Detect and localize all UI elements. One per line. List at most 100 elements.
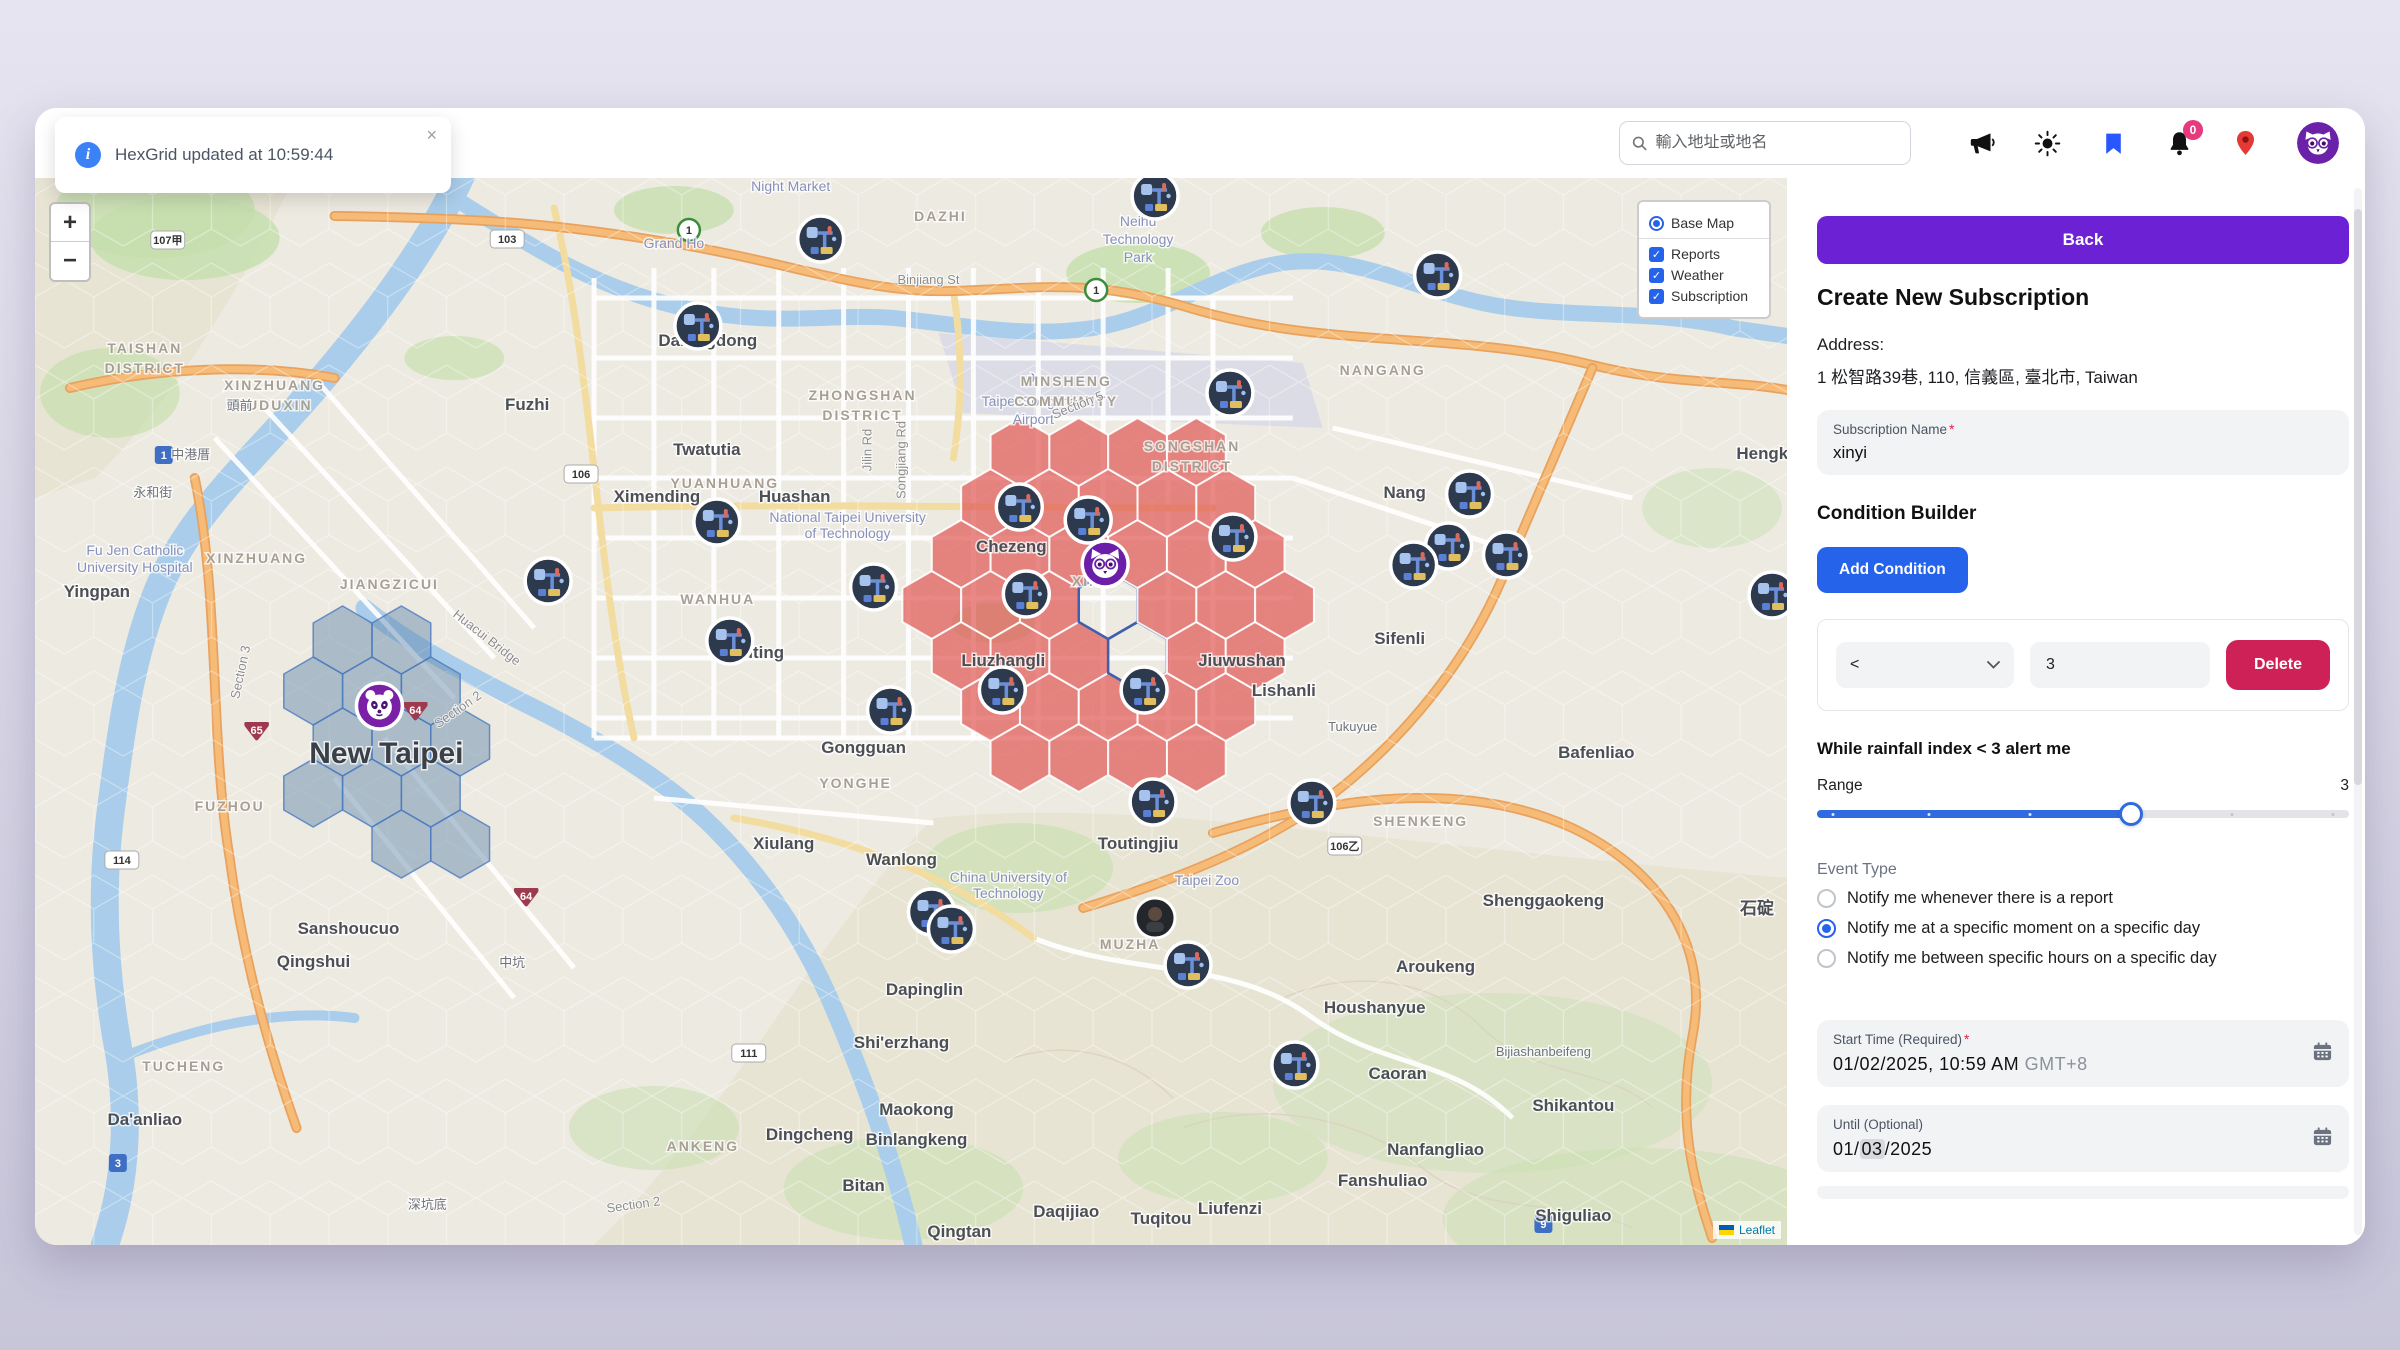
svg-text:103: 103 bbox=[498, 234, 516, 246]
bookmarks-button[interactable] bbox=[2099, 129, 2127, 157]
until-value: 01/03/2025 bbox=[1833, 1139, 2333, 1160]
threshold-input[interactable] bbox=[2030, 642, 2210, 688]
svg-text:106: 106 bbox=[572, 469, 590, 481]
road-shield: 1 bbox=[1085, 279, 1107, 301]
report-marker[interactable] bbox=[1391, 542, 1437, 588]
subscription-name-input[interactable] bbox=[1833, 443, 2283, 463]
avatar[interactable] bbox=[2297, 122, 2339, 164]
map-label: Maokong bbox=[879, 1100, 953, 1119]
map-label: Tuqitou bbox=[1131, 1209, 1192, 1228]
add-condition-button[interactable]: Add Condition bbox=[1817, 547, 1968, 593]
report-marker[interactable] bbox=[525, 558, 571, 604]
report-marker[interactable] bbox=[868, 687, 914, 733]
map-label: DISTRICT bbox=[822, 407, 902, 423]
report-marker[interactable] bbox=[1749, 572, 1787, 618]
calendar-icon[interactable] bbox=[2312, 1041, 2333, 1067]
weather-button[interactable] bbox=[2033, 129, 2061, 157]
start-time-value: 01/02/2025, 10:59 AM GMT+8 bbox=[1833, 1054, 2333, 1075]
report-marker[interactable] bbox=[1121, 667, 1167, 713]
layer-checkbox-subscription[interactable]: ✓Subscription bbox=[1649, 288, 1759, 304]
event-option-1[interactable]: Notify me at a specific moment on a spec… bbox=[1817, 919, 2349, 938]
map-label: Qingtan bbox=[927, 1222, 991, 1241]
range-slider[interactable] bbox=[1817, 803, 2349, 825]
report-marker[interactable] bbox=[1210, 514, 1256, 560]
person-marker[interactable] bbox=[1135, 898, 1175, 938]
panda-marker[interactable] bbox=[356, 683, 402, 729]
report-marker[interactable] bbox=[1130, 779, 1176, 825]
event-option-0[interactable]: Notify me whenever there is a report bbox=[1817, 889, 2349, 908]
map-label: Qingshui bbox=[277, 952, 350, 971]
search-bar[interactable] bbox=[1619, 121, 1911, 165]
megaphone-icon bbox=[1968, 130, 1995, 157]
layer-checkbox-weather[interactable]: ✓Weather bbox=[1649, 267, 1759, 283]
map-label: Nang bbox=[1383, 483, 1425, 502]
report-marker[interactable] bbox=[979, 667, 1025, 713]
zoom-out-button[interactable]: − bbox=[51, 242, 89, 280]
subscription-name-field[interactable]: Subscription Name* bbox=[1817, 410, 2349, 475]
svg-text:106乙: 106乙 bbox=[1330, 840, 1359, 853]
toast-close-button[interactable]: × bbox=[426, 125, 437, 146]
operator-select[interactable]: < bbox=[1836, 642, 2014, 688]
chevron-down-icon bbox=[1987, 661, 2000, 669]
map-label: Bijiashanbeifeng bbox=[1496, 1044, 1591, 1059]
map-pin-icon bbox=[2233, 129, 2258, 157]
until-field[interactable]: Until (Optional) 01/03/2025 bbox=[1817, 1105, 2349, 1172]
map-label: Jiuwushan bbox=[1198, 651, 1286, 670]
location-button[interactable] bbox=[2231, 129, 2259, 157]
map-canvas: 107甲103106114111106乙11646465139New Taipe… bbox=[35, 178, 1787, 1245]
panel-title: Create New Subscription bbox=[1817, 284, 2349, 311]
report-marker[interactable] bbox=[798, 216, 844, 262]
map-label: Binjiang St bbox=[897, 272, 959, 287]
report-marker[interactable] bbox=[1272, 1042, 1318, 1088]
road-shield: 107甲 bbox=[151, 231, 185, 249]
report-marker[interactable] bbox=[1415, 252, 1461, 298]
report-marker[interactable] bbox=[1132, 178, 1178, 219]
report-marker[interactable] bbox=[675, 303, 721, 349]
cat-marker[interactable] bbox=[1082, 541, 1128, 587]
bookmark-icon bbox=[2101, 130, 2126, 157]
report-marker[interactable] bbox=[1447, 471, 1493, 517]
report-marker[interactable] bbox=[1165, 942, 1211, 988]
event-option-2[interactable]: Notify me between specific hours on a sp… bbox=[1817, 949, 2349, 968]
map-label: SONGSHAN bbox=[1144, 438, 1241, 454]
condition-builder-title: Condition Builder bbox=[1817, 503, 2349, 525]
report-marker[interactable] bbox=[1065, 497, 1111, 543]
report-marker[interactable] bbox=[928, 906, 974, 952]
report-marker[interactable] bbox=[1003, 571, 1049, 617]
search-input[interactable] bbox=[1656, 134, 1899, 152]
back-button[interactable]: Back bbox=[1817, 216, 2349, 264]
delete-condition-button[interactable]: Delete bbox=[2226, 640, 2330, 690]
base-map-radio[interactable]: Base Map bbox=[1649, 215, 1759, 231]
leaflet-link[interactable]: Leaflet bbox=[1739, 1223, 1775, 1237]
report-marker[interactable] bbox=[694, 499, 740, 545]
map-label: Bafenliao bbox=[1558, 743, 1634, 762]
calendar-icon[interactable] bbox=[2312, 1126, 2333, 1152]
range-row: Range 3 bbox=[1817, 777, 2349, 795]
report-marker[interactable] bbox=[1484, 532, 1530, 578]
slider-thumb[interactable] bbox=[2119, 802, 2143, 826]
map[interactable]: 107甲103106114111106乙11646465139New Taipe… bbox=[35, 178, 1787, 1245]
map-label: Caoran bbox=[1368, 1064, 1426, 1083]
panel-scrollbar[interactable] bbox=[2354, 188, 2362, 1235]
report-marker[interactable] bbox=[1289, 780, 1335, 826]
announcements-button[interactable] bbox=[1967, 129, 1995, 157]
report-marker[interactable] bbox=[1207, 370, 1253, 416]
layer-checkbox-reports[interactable]: ✓Reports bbox=[1649, 246, 1759, 262]
zoom-in-button[interactable]: + bbox=[51, 204, 89, 242]
notifications-button[interactable]: 0 bbox=[2165, 129, 2193, 157]
start-time-field[interactable]: Start Time (Required)* 01/02/2025, 10:59… bbox=[1817, 1020, 2349, 1087]
road-shield: 106乙 bbox=[1328, 837, 1362, 855]
subscription-panel: Back Create New Subscription Address: 1 … bbox=[1787, 178, 2365, 1245]
cat-avatar-icon bbox=[2297, 122, 2339, 164]
map-label: ANKENG bbox=[667, 1138, 739, 1154]
road-shield: 114 bbox=[105, 851, 139, 869]
svg-text:3: 3 bbox=[115, 1158, 121, 1170]
report-marker[interactable] bbox=[996, 484, 1042, 530]
search-icon bbox=[1632, 135, 1648, 152]
report-marker[interactable] bbox=[707, 618, 753, 664]
report-marker[interactable] bbox=[851, 564, 897, 610]
map-label: Bitan bbox=[842, 1176, 884, 1195]
address-value: 1 松智路39巷, 110, 信義區, 臺北市, Taiwan bbox=[1817, 363, 2349, 388]
map-label: Nanfangliao bbox=[1387, 1140, 1484, 1159]
condition-row: < Delete bbox=[1817, 619, 2349, 711]
